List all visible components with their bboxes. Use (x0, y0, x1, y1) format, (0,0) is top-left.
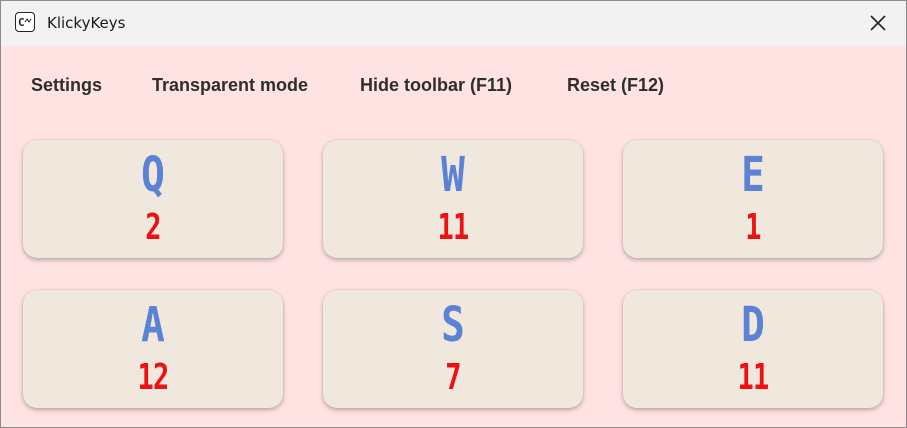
key-letter: S (441, 297, 465, 353)
key-tile-d[interactable]: D 11 (623, 290, 883, 408)
key-press-count: 1 (745, 207, 761, 248)
transparent-mode-button[interactable]: Transparent mode (152, 74, 308, 96)
key-tile-a[interactable]: A 12 (23, 290, 283, 408)
reset-button[interactable]: Reset (F12) (567, 74, 664, 96)
key-letter: A (141, 297, 165, 353)
key-press-count: 2 (145, 207, 161, 248)
key-letter: E (741, 147, 765, 203)
svg-text:C: C (18, 16, 25, 29)
settings-button[interactable]: Settings (31, 74, 102, 96)
key-press-count: 12 (137, 357, 169, 398)
title-bar[interactable]: C KlickyKeys (1, 1, 906, 46)
key-letter: D (741, 297, 765, 353)
toolbar: Settings Transparent mode Hide toolbar (… (1, 46, 906, 126)
hide-toolbar-button[interactable]: Hide toolbar (F11) (360, 74, 512, 96)
key-tile-w[interactable]: W 11 (323, 140, 583, 258)
key-tile-q[interactable]: Q 2 (23, 140, 283, 258)
key-press-count: 7 (445, 357, 461, 398)
app-icon: C (15, 12, 35, 32)
close-icon (870, 15, 886, 31)
app-window: C KlickyKeys Settings Transparent mode H… (0, 0, 907, 428)
key-press-count: 11 (737, 357, 769, 398)
key-letter: W (441, 147, 465, 203)
key-tile-s[interactable]: S 7 (323, 290, 583, 408)
close-button[interactable] (850, 1, 906, 46)
key-tile-e[interactable]: E 1 (623, 140, 883, 258)
key-press-count: 11 (437, 207, 469, 248)
key-letter: Q (141, 147, 165, 203)
window-title: KlickyKeys (47, 14, 126, 32)
